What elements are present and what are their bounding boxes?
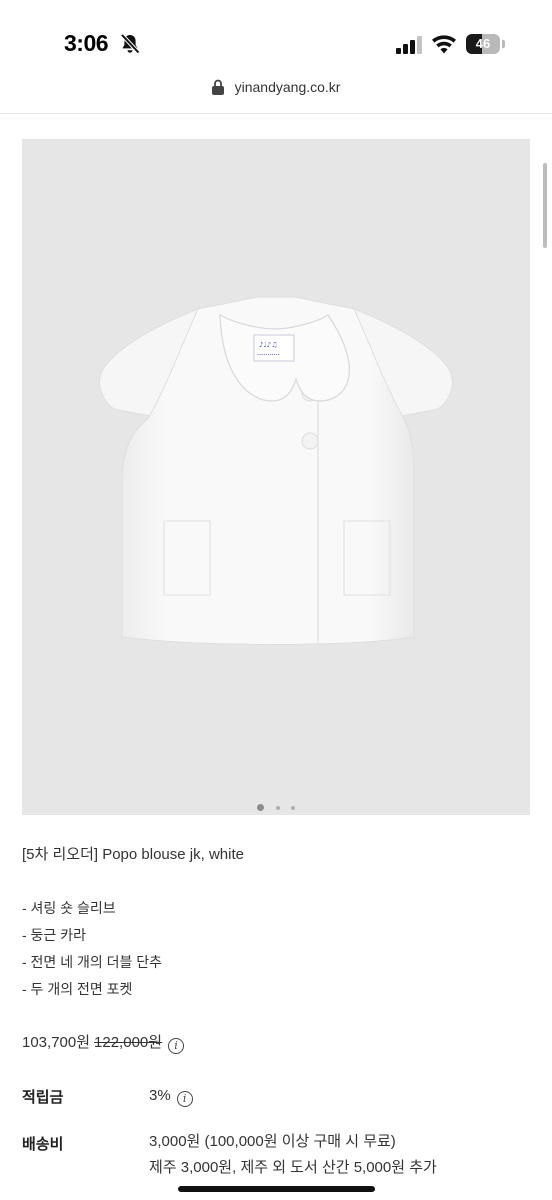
signal-icon [396, 36, 422, 54]
product-title: [5차 리오더] Popo blouse jk, white [22, 846, 244, 863]
sale-price: 103,700원 [22, 1034, 91, 1051]
feature-item: - 전면 네 개의 더블 단추 [22, 954, 163, 970]
address-bar[interactable]: yinandyang.co.kr [0, 76, 552, 112]
carousel-dots[interactable] [0, 797, 552, 811]
lock-icon [211, 79, 224, 95]
svg-text:•••••••••••: ••••••••••• [257, 353, 280, 357]
shipping-label: 배송비 [22, 1136, 64, 1153]
scrollbar-thumb[interactable] [543, 163, 547, 248]
svg-text:♪♩♪♫: ♪♩♪♫ [259, 341, 278, 349]
carousel-dot[interactable] [290, 805, 295, 810]
info-icon[interactable]: i [176, 1091, 193, 1107]
status-bar: 3:06 46 [0, 0, 552, 76]
wifi-icon [432, 35, 456, 54]
home-indicator[interactable] [178, 1186, 375, 1192]
feature-item: - 셔링 숏 슬리브 [22, 900, 116, 916]
points-label: 적립금 [22, 1089, 64, 1106]
shipping-value: 3,000원 (100,000원 이상 구매 시 무료) 제주 3,000원, … [149, 1129, 437, 1181]
points-value-row: 3% i [149, 1083, 193, 1109]
shipping-line: 제주 3,000원, 제주 외 도서 산간 5,000원 추가 [149, 1159, 437, 1176]
status-time: 3:06 [64, 30, 109, 56]
carousel-dot[interactable] [275, 805, 280, 810]
battery-body: 46 [466, 34, 500, 54]
battery-icon: 46 [466, 34, 506, 54]
feature-item: - 둥근 카라 [22, 927, 86, 943]
bell-slash-icon [120, 33, 140, 54]
shipping-line: 3,000원 (100,000원 이상 구매 시 무료) [149, 1133, 396, 1150]
original-price: 122,000원 [94, 1034, 163, 1051]
price-row: 103,700원 122,000원 i [22, 1031, 185, 1054]
header-divider [0, 113, 552, 114]
info-icon[interactable]: i [168, 1038, 185, 1054]
battery-level: 46 [475, 36, 491, 51]
white-blouse-image: ♪♩♪♫ ••••••••••• [99, 296, 453, 645]
points-value: 3% [149, 1087, 171, 1104]
url-text[interactable]: yinandyang.co.kr [235, 79, 341, 95]
feature-item: - 두 개의 전면 포켓 [22, 981, 133, 997]
product-image[interactable]: ♪♩♪♫ ••••••••••• [22, 139, 530, 815]
feature-list: - 셔링 숏 슬리브 - 둥근 카라 - 전면 네 개의 더블 단추 - 두 개… [22, 895, 162, 1003]
battery-tip [502, 40, 505, 48]
